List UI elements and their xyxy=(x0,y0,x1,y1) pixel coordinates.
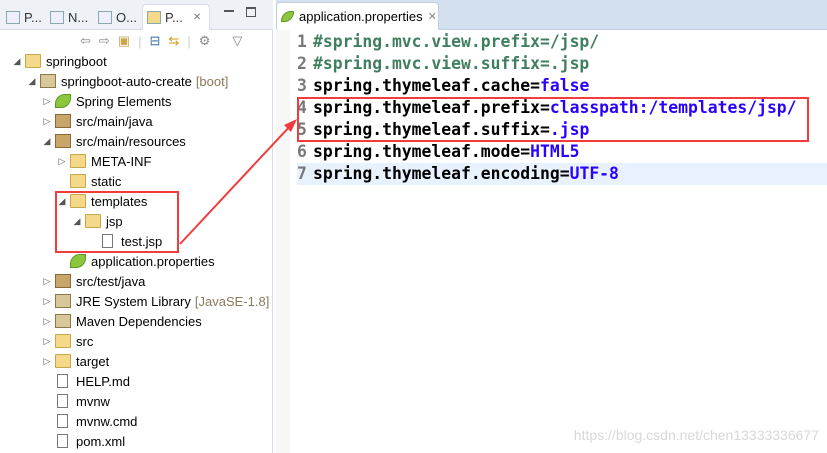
annotation-arrow xyxy=(179,119,297,245)
watermark: https://blog.csdn.net/chen13333336677 xyxy=(573,427,819,443)
